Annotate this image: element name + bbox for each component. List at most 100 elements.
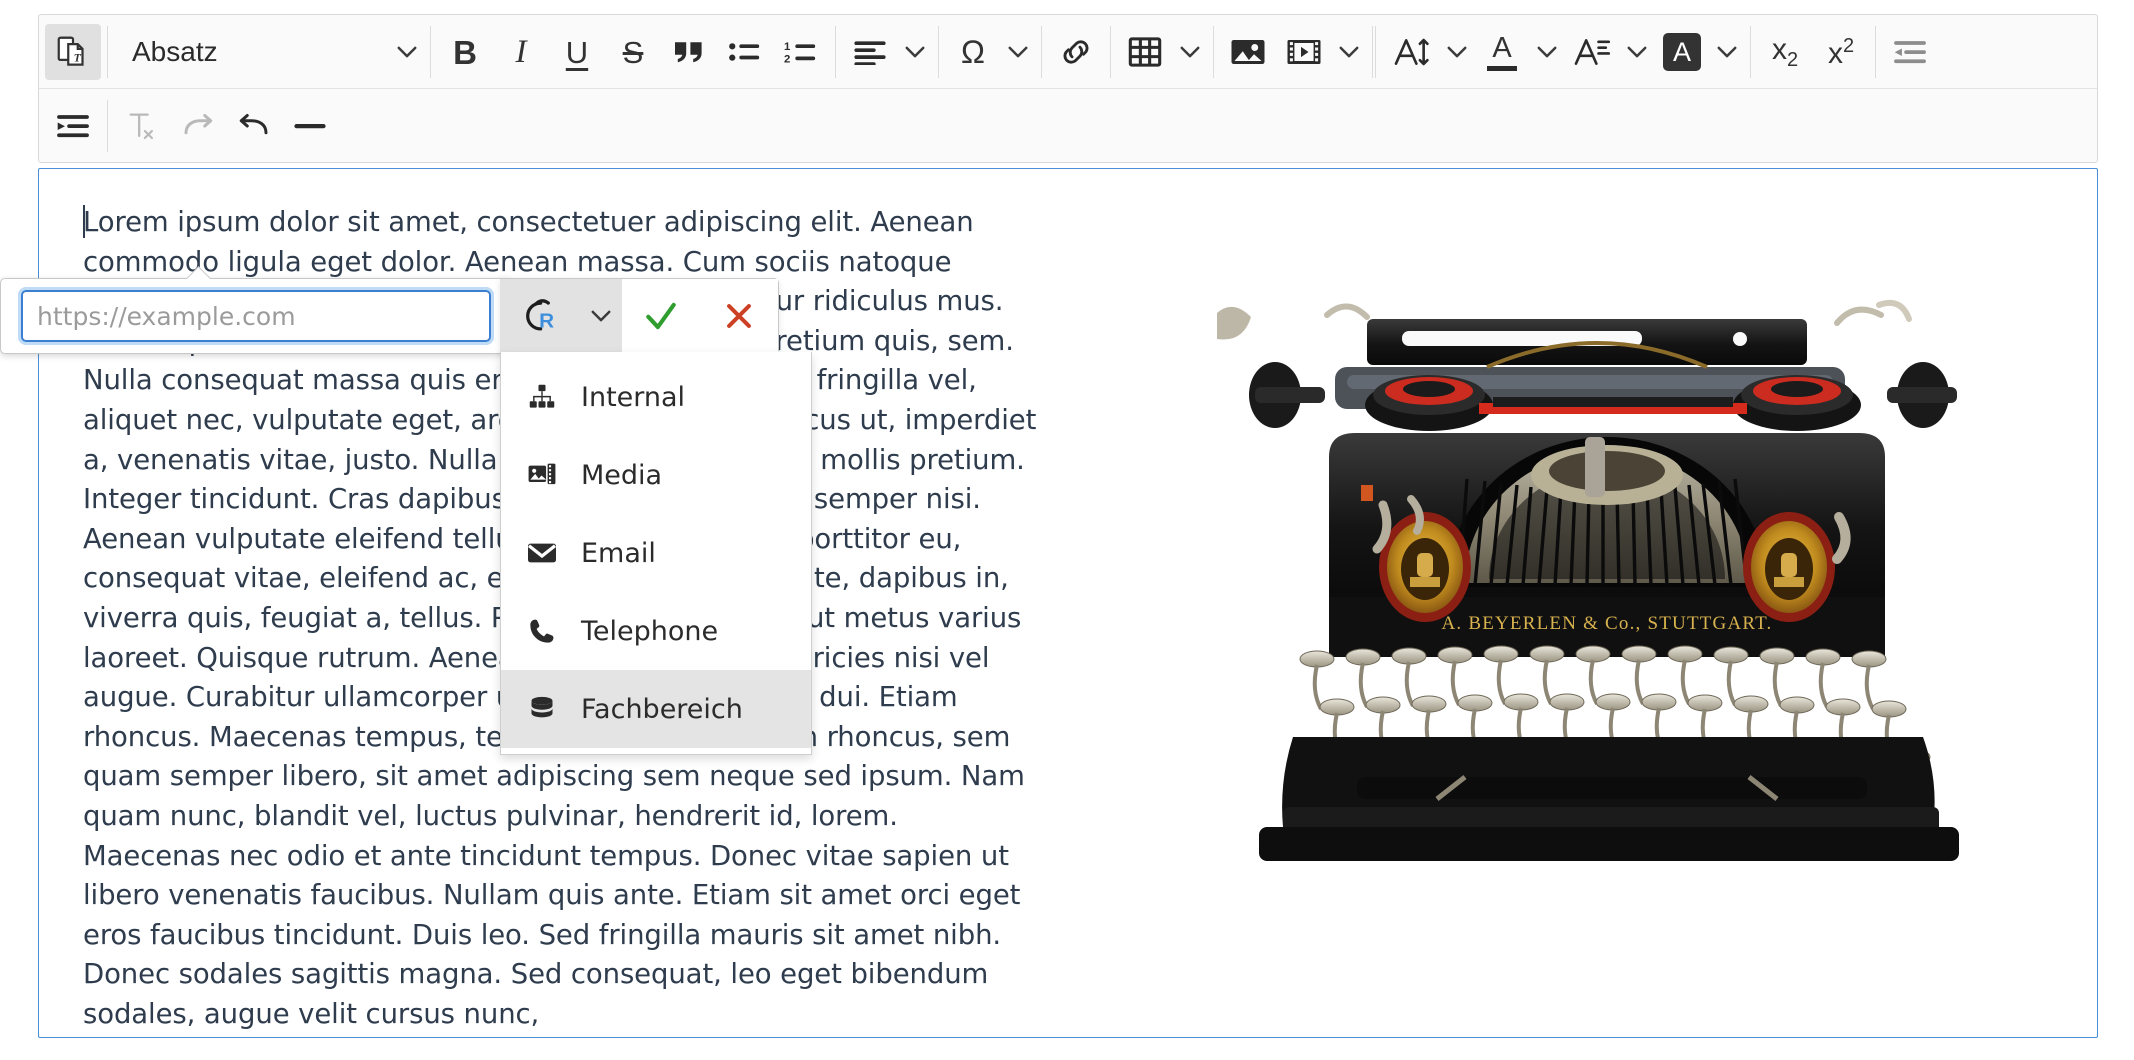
horizontal-line-button[interactable]: [282, 98, 338, 154]
font-family-button[interactable]: [1564, 24, 1620, 80]
phone-icon: [525, 614, 559, 648]
svg-text:1: 1: [784, 41, 790, 53]
text-align-caret-icon[interactable]: [898, 24, 932, 80]
link-popup-actions: R: [500, 278, 779, 354]
background-color-caret-icon[interactable]: [1710, 24, 1744, 80]
link-cancel-button[interactable]: [700, 279, 778, 353]
insert-media-button[interactable]: [1276, 24, 1332, 80]
insert-image-button[interactable]: [1220, 24, 1276, 80]
remove-format-button[interactable]: [114, 98, 170, 154]
link-type-item-email[interactable]: Email: [501, 514, 811, 592]
toolbar-row-2: [39, 88, 2097, 162]
underline-button[interactable]: U: [549, 24, 605, 80]
italic-button[interactable]: I: [493, 24, 549, 80]
editor-toolbar: T Absatz B I U S 1 2 Ω A A x2 x2: [38, 14, 2098, 163]
toolbar-group-special-characters: Ω: [939, 15, 1041, 89]
horizontal-line-icon: [293, 119, 327, 133]
subscript-icon: x2: [1771, 32, 1799, 71]
numbered-list-button[interactable]: 1 2: [773, 24, 829, 80]
superscript-button[interactable]: x2: [1813, 24, 1869, 80]
link-type-label: Internal: [581, 381, 686, 413]
insert-table-button[interactable]: [1117, 24, 1173, 80]
toolbar-group-script: x2 x2: [1751, 15, 1875, 89]
sitemap-icon: [525, 380, 559, 414]
link-type-item-telephone[interactable]: Telephone: [501, 592, 811, 670]
blockquote-icon: [672, 38, 706, 66]
rte-screen: T Absatz B I U S 1 2 Ω A A x2 x2 Lorem i…: [0, 0, 2134, 1060]
link-button[interactable]: [1048, 24, 1104, 80]
link-type-label: Media: [581, 459, 663, 491]
omega-icon: Ω: [961, 34, 985, 70]
toolbar-row-1: T Absatz B I U S 1 2 Ω A A x2 x2: [39, 15, 2097, 89]
indent-button[interactable]: [1882, 24, 1938, 80]
font-family-icon: [1573, 36, 1611, 68]
font-size-caret-icon[interactable]: [1440, 24, 1474, 80]
link-type-item-internal[interactable]: Internal: [501, 358, 811, 436]
table-icon: [1128, 36, 1162, 68]
underline-icon: U: [565, 34, 589, 70]
svg-text:A. BEYERLEN & Co., STUTTGART.: A. BEYERLEN & Co., STUTTGART.: [1442, 613, 1773, 634]
video-icon: [1286, 37, 1322, 67]
strikethrough-button[interactable]: S: [605, 24, 661, 80]
undo-icon: [236, 112, 272, 140]
badge-left: [1379, 512, 1471, 622]
font-color-button[interactable]: A: [1474, 24, 1530, 80]
align-left-icon: [853, 39, 887, 65]
background-color-icon: A: [1663, 33, 1701, 71]
superscript-icon: x2: [1827, 34, 1855, 70]
undo-button[interactable]: [226, 98, 282, 154]
media-caret-icon[interactable]: [1332, 24, 1366, 80]
special-character-button[interactable]: Ω: [945, 24, 1001, 80]
numbered-list-icon: 1 2: [784, 39, 818, 65]
media-icon: [525, 458, 559, 492]
strikethrough-icon: S: [622, 34, 644, 70]
font-color-caret-icon[interactable]: [1530, 24, 1564, 80]
cross-icon: [722, 299, 756, 333]
text-align-button[interactable]: [842, 24, 898, 80]
remove-format-icon: [125, 110, 159, 142]
background-color-button[interactable]: A: [1654, 24, 1710, 80]
special-character-caret-icon[interactable]: [1001, 24, 1035, 80]
toolbar-group-outdent: [39, 89, 107, 162]
toolbar-group-indent: [1876, 15, 1944, 89]
link-type-menu: Internal Media Email Telephone Fachberei…: [500, 352, 812, 755]
link-url-input[interactable]: [18, 287, 494, 345]
blockquote-button[interactable]: [661, 24, 717, 80]
chevron-down-icon: [390, 24, 424, 80]
link-type-button[interactable]: R: [500, 279, 580, 353]
link-accept-button[interactable]: [622, 279, 700, 353]
checkmark-icon: [642, 297, 680, 335]
bulleted-list-icon: [728, 39, 762, 65]
redo-icon: [180, 112, 216, 140]
bulleted-list-button[interactable]: [717, 24, 773, 80]
font-color-swatch: [1487, 65, 1517, 71]
bold-icon: B: [453, 33, 477, 71]
badge-right: [1743, 512, 1835, 622]
paste-text-button[interactable]: T: [45, 24, 101, 80]
typewriter-image[interactable]: A. BEYERLEN & Co., STUTTGART.: [1197, 267, 2017, 867]
font-family-caret-icon[interactable]: [1620, 24, 1654, 80]
envelope-icon: [525, 536, 559, 570]
toolbar-group-basic-styles: B I U S 1 2: [431, 15, 835, 89]
font-color-icon: A: [1487, 31, 1517, 71]
text-cursor: [83, 205, 85, 238]
table-caret-icon[interactable]: [1173, 24, 1207, 80]
link-type-item-media[interactable]: Media: [501, 436, 811, 514]
toolbar-group-paragraph: Absatz: [108, 15, 430, 89]
font-size-icon: [1393, 36, 1431, 68]
toolbar-group-link: [1042, 15, 1110, 89]
font-color-letter: A: [1492, 31, 1512, 64]
database-icon: [525, 692, 559, 726]
paragraph-style-dropdown[interactable]: Absatz: [114, 24, 424, 80]
outdent-icon: [55, 113, 91, 139]
link-type-label: Email: [581, 537, 656, 569]
link-type-caret-icon[interactable]: [580, 279, 622, 353]
link-type-item-fachbereich[interactable]: Fachbereich: [501, 670, 811, 748]
outdent-button[interactable]: [45, 98, 101, 154]
redo-button[interactable]: [170, 98, 226, 154]
font-size-button[interactable]: [1384, 24, 1440, 80]
toolbar-group-clipboard: T: [39, 15, 107, 89]
bold-button[interactable]: B: [437, 24, 493, 80]
subscript-button[interactable]: x2: [1757, 24, 1813, 80]
toolbar-group-media: [1214, 15, 1372, 89]
